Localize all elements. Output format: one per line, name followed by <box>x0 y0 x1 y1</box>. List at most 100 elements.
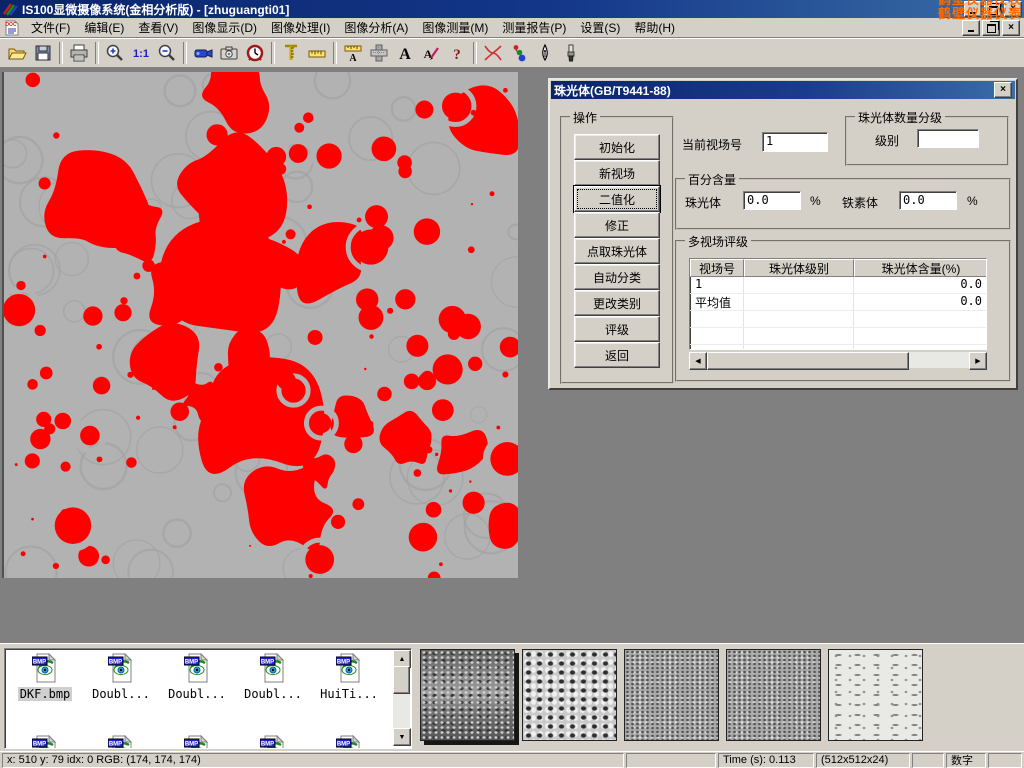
multifield-group-label: 多视场评级 <box>685 233 751 250</box>
file-item[interactable]: BMPDKF.bmp <box>9 653 81 701</box>
current-field-label: 当前视场号 <box>682 136 742 153</box>
rate-button[interactable]: 评级 <box>574 316 660 342</box>
pearlite-percent-input[interactable]: 0.0 <box>743 191 801 210</box>
svg-text:BMP: BMP <box>185 660 198 666</box>
new-field-button[interactable]: 新视场 <box>574 160 660 186</box>
capture-camera-icon[interactable] <box>216 41 242 65</box>
correct-button[interactable]: 修正 <box>574 212 660 238</box>
binarize-button[interactable]: 二值化 <box>574 186 660 212</box>
status-segment-empty <box>626 753 716 768</box>
bmp-file-icon: BMP <box>32 735 58 749</box>
table-row[interactable]: 1 0.0 <box>690 277 986 294</box>
col-header-grade[interactable]: 珠光体级别 <box>744 259 854 277</box>
menu-help[interactable]: 帮助(H) <box>627 17 682 38</box>
child-minimize-icon[interactable] <box>962 20 980 36</box>
toolbar-separator <box>95 42 99 64</box>
menu-measure-report[interactable]: 测量报告(P) <box>495 17 573 38</box>
zoom-out-icon[interactable] <box>154 41 180 65</box>
col-header-field[interactable]: 视场号 <box>690 259 744 277</box>
menu-image-measure[interactable]: 图像测量(M) <box>415 17 495 38</box>
open-icon[interactable] <box>4 41 30 65</box>
help-icon[interactable]: ? <box>444 41 470 65</box>
initialize-button[interactable]: 初始化 <box>574 134 660 160</box>
dialog-close-icon[interactable]: × <box>994 82 1012 98</box>
ferrite-percent-input[interactable]: 0.0 <box>899 191 957 210</box>
bmp-file-icon: BMP <box>336 735 362 749</box>
grade-input[interactable] <box>917 129 979 148</box>
table-horizontal-scrollbar[interactable]: ◀ ▶ <box>689 352 987 368</box>
document-icon[interactable]: DOC <box>4 20 20 36</box>
measure-text-icon[interactable]: A <box>340 41 366 65</box>
file-item[interactable]: BMP <box>237 735 309 749</box>
annotate-icon[interactable]: A <box>418 41 444 65</box>
menu-file[interactable]: 文件(F) <box>24 17 77 38</box>
scroll-right-icon[interactable]: ▶ <box>969 352 987 370</box>
col-header-pearlite-content[interactable]: 珠光体含量(%) <box>854 259 987 277</box>
file-name-label: Doubl... <box>90 687 152 701</box>
file-item[interactable]: BMPHuiTi... <box>313 653 385 701</box>
file-item[interactable]: BMPDoubl... <box>237 653 309 701</box>
vertical-caliper-icon[interactable] <box>278 41 304 65</box>
timer-icon[interactable] <box>242 41 268 65</box>
micrograph-image[interactable] <box>2 72 518 578</box>
merge-grid-icon[interactable] <box>366 41 392 65</box>
mode-status: 数字 <box>946 753 986 768</box>
auto-classify-button[interactable]: 自动分类 <box>574 264 660 290</box>
print-icon[interactable] <box>66 41 92 65</box>
file-item[interactable]: BMPDoubl... <box>85 653 157 701</box>
menu-image-processing[interactable]: 图像处理(I) <box>264 17 337 38</box>
actual-size-icon[interactable]: 1:1 <box>128 41 154 65</box>
dialog-title-bar[interactable]: 珠光体(GB/T9441-88) × <box>551 81 1015 99</box>
sample-thumbnail-4[interactable] <box>726 649 821 741</box>
file-item[interactable]: BMP <box>161 735 233 749</box>
bmp-file-icon: BMP <box>260 735 286 749</box>
file-item[interactable]: BMP <box>9 735 81 749</box>
particle-analysis-icon[interactable] <box>506 41 532 65</box>
restore-icon[interactable] <box>984 1 1002 17</box>
file-list-scrollbar[interactable]: ▲▼ <box>393 650 410 746</box>
file-item[interactable]: BMPDoubl... <box>161 653 233 701</box>
menu-image-display[interactable]: 图像显示(D) <box>185 17 264 38</box>
scroll-left-icon[interactable]: ◀ <box>689 352 707 370</box>
scrollbar-thumb[interactable] <box>707 352 909 370</box>
child-restore-icon[interactable] <box>982 20 1000 36</box>
file-item[interactable]: BMP <box>313 735 385 749</box>
sample-thumbnail-1[interactable] <box>420 649 515 741</box>
close-icon[interactable]: × <box>1004 1 1022 17</box>
menu-image-analysis[interactable]: 图像分析(A) <box>337 17 415 38</box>
svg-text:BMP: BMP <box>337 660 350 666</box>
pen-tool-icon[interactable] <box>532 41 558 65</box>
file-item[interactable]: BMP <box>85 735 157 749</box>
sample-thumbnail-2[interactable] <box>522 649 617 741</box>
menu-edit[interactable]: 编辑(E) <box>77 17 131 38</box>
curve-tool-icon[interactable] <box>480 41 506 65</box>
scroll-down-icon[interactable]: ▼ <box>393 728 411 746</box>
save-icon[interactable] <box>30 41 56 65</box>
zoom-in-icon[interactable] <box>102 41 128 65</box>
table-row[interactable]: 平均值 0.0 <box>690 294 986 311</box>
return-button[interactable]: 返回 <box>574 342 660 368</box>
title-bar[interactable]: IS100显微摄像系统(金相分析版) - [zhuguangti01] × <box>0 0 1024 18</box>
svg-text:BMP: BMP <box>33 742 46 748</box>
file-listbox[interactable]: BMPDKF.bmpBMPDoubl...BMPDoubl...BMPDoubl… <box>4 648 412 749</box>
ruler-icon[interactable] <box>304 41 330 65</box>
toolbar: 1:1 A A A <box>0 38 1024 68</box>
minimize-icon[interactable] <box>964 1 982 17</box>
brush-tool-icon[interactable] <box>558 41 584 65</box>
pick-pearlite-button[interactable]: 点取珠光体 <box>574 238 660 264</box>
scrollbar-thumb[interactable] <box>393 666 410 694</box>
child-close-icon[interactable]: × <box>1002 20 1020 36</box>
svg-text:BMP: BMP <box>337 742 350 748</box>
menu-view[interactable]: 查看(V) <box>131 17 185 38</box>
menu-settings[interactable]: 设置(S) <box>573 17 627 38</box>
current-field-input[interactable]: 1 <box>762 132 828 152</box>
image-size-status: (512x512x24) <box>816 753 910 768</box>
toolbar-separator <box>59 42 63 64</box>
change-class-button[interactable]: 更改类别 <box>574 290 660 316</box>
sample-thumbnail-5[interactable] <box>828 649 923 741</box>
bmp-file-icon: BMP <box>184 735 210 749</box>
sample-thumbnail-3[interactable] <box>624 649 719 741</box>
table-header-row: 视场号 珠光体级别 珠光体含量(%) 铁素体含量(%) <box>690 259 986 277</box>
video-camera-icon[interactable] <box>190 41 216 65</box>
text-tool-icon[interactable]: A <box>392 41 418 65</box>
